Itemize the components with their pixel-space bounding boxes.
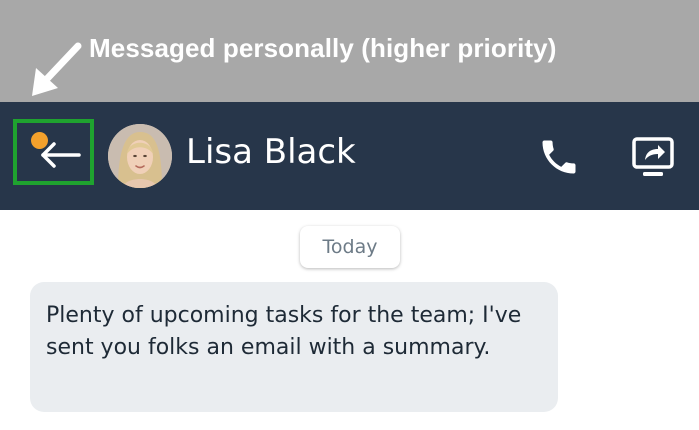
back-button[interactable] [17,123,90,181]
avatar-portrait [108,124,172,188]
message-bubble[interactable]: Plenty of upcoming tasks for the team; I… [30,282,558,412]
avatar[interactable] [108,124,172,188]
message-text: Plenty of upcoming tasks for the team; I… [46,303,522,360]
annotation-banner: Messaged personally (higher priority) [0,0,699,102]
annotation-text: Messaged personally (higher priority) [89,33,557,63]
chat-header: Lisa Black [0,102,699,210]
arrow-left-icon [41,142,81,168]
phone-icon[interactable] [537,135,581,179]
annotation-arrow-icon [32,42,82,96]
screen-share-icon[interactable] [629,135,677,179]
contact-name: Lisa Black [186,132,356,172]
date-separator: Today [300,226,400,268]
